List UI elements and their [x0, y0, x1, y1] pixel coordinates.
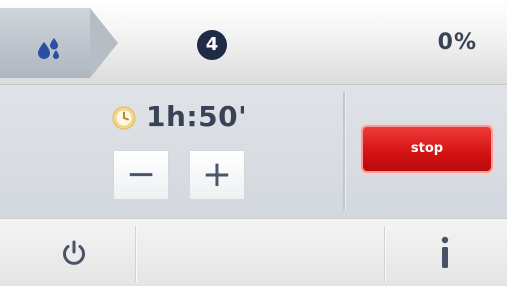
water-drops-icon [38, 38, 59, 59]
minus-icon: − [125, 154, 157, 195]
toolbar-divider [135, 226, 136, 282]
panel-divider [343, 92, 345, 210]
timer-value: 1h:50' [146, 100, 248, 133]
machine-control-screen: 4 0% 1h:50' − + stop [0, 0, 507, 286]
plus-icon: + [201, 154, 233, 195]
toolbar-divider [384, 226, 385, 282]
increase-time-button[interactable]: + [189, 150, 245, 200]
power-button[interactable] [38, 230, 108, 276]
info-button[interactable] [410, 230, 480, 276]
decrease-time-button[interactable]: − [113, 150, 169, 200]
info-icon [441, 236, 449, 268]
mode-tab[interactable] [0, 8, 90, 78]
stop-button[interactable]: stop [361, 125, 493, 173]
step-badge: 4 [197, 30, 227, 60]
clock-icon [112, 106, 136, 130]
power-icon [63, 240, 85, 265]
progress-percentage: 0% [437, 30, 477, 55]
mode-tab-arrow [90, 8, 118, 78]
